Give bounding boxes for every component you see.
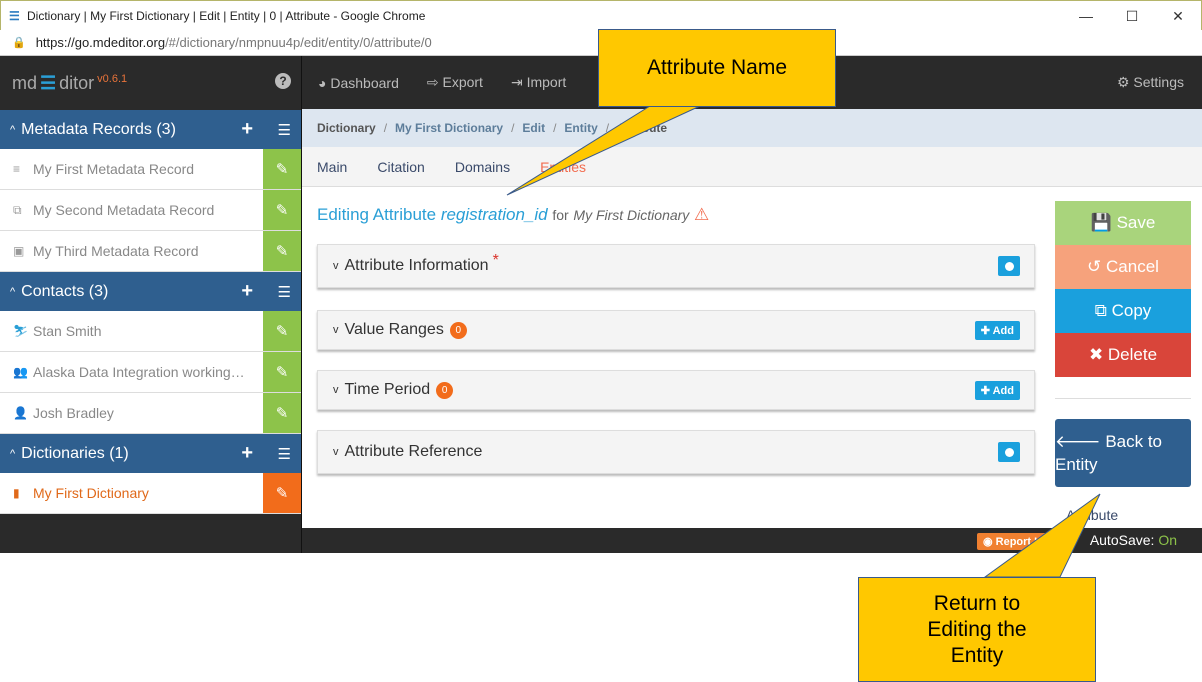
callout-attribute-name: Attribute Name xyxy=(598,29,836,107)
callout-return: Return to Editing the Entity xyxy=(858,577,1096,682)
return-pointer xyxy=(983,493,1101,578)
attribute-name-pointer xyxy=(506,105,701,196)
